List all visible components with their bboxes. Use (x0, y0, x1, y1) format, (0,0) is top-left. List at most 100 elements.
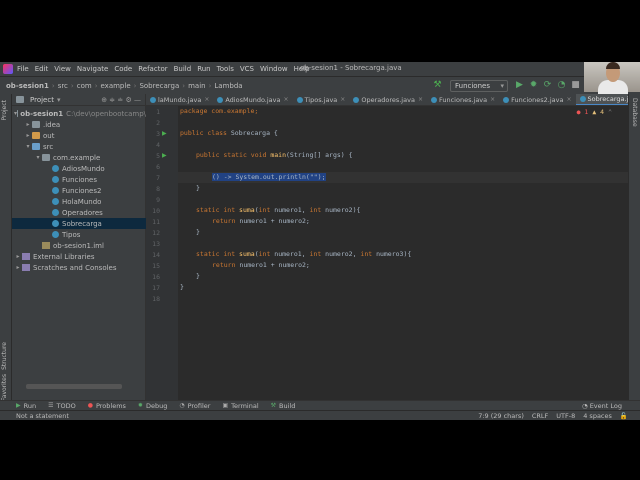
line-number[interactable]: 1 (146, 108, 160, 116)
editor-tab[interactable]: AdiosMundo.java × (213, 94, 292, 105)
line-number[interactable]: 16 (146, 273, 160, 281)
tree-item[interactable]: AdiosMundo (12, 163, 146, 174)
line-number[interactable]: 5 (146, 152, 160, 160)
menu-view[interactable]: View (54, 65, 71, 73)
close-icon[interactable]: × (566, 96, 571, 103)
tree-item[interactable]: Funciones (12, 174, 146, 185)
horizontal-scrollbar[interactable] (26, 384, 122, 389)
tool-window-build[interactable]: ⚒ Build (271, 402, 296, 410)
hammer-icon[interactable]: ⚒ (432, 80, 443, 91)
close-icon[interactable]: × (340, 96, 345, 103)
line-number[interactable]: 10 (146, 207, 160, 215)
tree-item[interactable]: ▾ ob-sesion1 C:\dev\openbootcamp\ (12, 108, 146, 119)
close-icon[interactable]: × (418, 96, 423, 103)
editor-tab[interactable]: Funciones.java × (427, 94, 499, 105)
tree-item[interactable]: ▾ com.example (12, 152, 146, 163)
tree-item[interactable]: ▸ Scratches and Consoles (12, 262, 146, 273)
debug-icon[interactable]: ✹ (528, 80, 539, 91)
tree-item[interactable]: Sobrecarga (12, 218, 146, 229)
editor-tab[interactable]: Sobrecarga.java× (575, 94, 628, 105)
line-number[interactable]: 8 (146, 185, 160, 193)
menu-tools[interactable]: Tools (217, 65, 234, 73)
close-icon[interactable]: × (490, 96, 495, 103)
line-number[interactable]: 7 (146, 174, 160, 182)
line-number[interactable]: 13 (146, 240, 160, 248)
line-number[interactable]: 6 (146, 163, 160, 171)
chevron-right-icon[interactable]: ▸ (24, 132, 32, 139)
profile-icon[interactable]: ◔ (556, 80, 567, 91)
selected-code[interactable]: () -> System.out.println(""); (212, 173, 326, 181)
line-number[interactable]: 11 (146, 218, 160, 226)
structure-tool-button[interactable]: Structure (1, 342, 8, 370)
chevron-right-icon[interactable]: ▸ (24, 121, 32, 128)
chevron-down-icon[interactable]: ▾ (34, 154, 42, 161)
line-number[interactable]: 3 (146, 130, 160, 138)
lock-icon[interactable]: 🔓 (620, 412, 628, 420)
chevron-down-icon[interactable]: ▾ (24, 143, 32, 150)
tool-window-todo[interactable]: ☰ TODO (48, 402, 76, 410)
tree-item[interactable]: ▸ External Libraries (12, 251, 146, 262)
tool-window-terminal[interactable]: ▣ Terminal (222, 402, 258, 410)
editor-tab[interactable]: Operadores.java × (349, 94, 427, 105)
inspection-widget[interactable]: ● 1 ▲ 4 ⌃ (577, 108, 612, 116)
chevron-down-icon[interactable]: ▾ (57, 96, 61, 104)
close-icon[interactable]: × (204, 96, 209, 103)
tool-window-profiler[interactable]: ◔ Profiler (179, 402, 210, 410)
file-encoding[interactable]: UTF-8 (556, 412, 575, 420)
line-number[interactable]: 14 (146, 251, 160, 259)
breadcrumb-example[interactable]: example (101, 82, 131, 90)
menu-build[interactable]: Build (174, 65, 192, 73)
indent-setting[interactable]: 4 spaces (583, 412, 612, 420)
menu-window[interactable]: Window (260, 65, 288, 73)
line-number[interactable]: 9 (146, 196, 160, 204)
tool-window-run[interactable]: ▶ Run (16, 402, 36, 410)
tree-item[interactable]: ▾ src (12, 141, 146, 152)
tree-item[interactable]: Tipos (12, 229, 146, 240)
tree-item[interactable]: ▸ .idea (12, 119, 146, 130)
menu-file[interactable]: File (17, 65, 29, 73)
code-editor[interactable]: ● 1 ▲ 4 ⌃ package com.example; public cl… (178, 106, 628, 400)
line-number[interactable]: 4 (146, 141, 160, 149)
panel-options-icons[interactable]: ⊕ ≑ ≐ ⚙ — (101, 96, 141, 104)
menu-code[interactable]: Code (114, 65, 132, 73)
chevron-up-icon[interactable]: ⌃ (608, 108, 612, 116)
menu-navigate[interactable]: Navigate (77, 65, 108, 73)
close-icon[interactable]: × (284, 96, 289, 103)
run-main-icon[interactable]: ▶ (162, 153, 168, 159)
tree-item[interactable]: Funciones2 (12, 185, 146, 196)
breadcrumb-src[interactable]: src (58, 82, 68, 90)
line-number[interactable]: 12 (146, 229, 160, 237)
breadcrumb-lambda[interactable]: Lambda (214, 82, 242, 90)
favorites-tool-button[interactable]: Favorites (1, 374, 8, 401)
tree-item[interactable]: HolaMundo (12, 196, 146, 207)
tool-window-debug[interactable]: ✹ Debug (138, 402, 167, 410)
caret-position[interactable]: 7:9 (29 chars) (478, 412, 524, 420)
breadcrumb-method[interactable]: main (188, 82, 206, 90)
line-number[interactable]: 15 (146, 262, 160, 270)
tool-window-problems[interactable]: ● Problems (88, 402, 126, 410)
run-class-icon[interactable]: ▶ (162, 131, 168, 137)
line-number[interactable]: 2 (146, 119, 160, 127)
editor-tab[interactable]: laMundo.java × (146, 94, 213, 105)
menu-run[interactable]: Run (197, 65, 210, 73)
run-config-select[interactable]: Funciones ▾ (450, 80, 508, 92)
tree-item[interactable]: Operadores (12, 207, 146, 218)
menu-vcs[interactable]: VCS (240, 65, 254, 73)
editor-tab[interactable]: Tipos.java × (293, 94, 350, 105)
breadcrumb-com[interactable]: com (77, 82, 92, 90)
stop-icon[interactable]: ■ (570, 80, 581, 91)
menu-edit[interactable]: Edit (35, 65, 49, 73)
line-number[interactable]: 17 (146, 284, 160, 292)
chevron-right-icon[interactable]: ▸ (14, 253, 22, 260)
event-log-button[interactable]: ◔ Event Log (582, 402, 622, 410)
tree-item[interactable]: ob-sesion1.iml (12, 240, 146, 251)
coverage-icon[interactable]: ⟳ (542, 80, 553, 91)
breadcrumb-class[interactable]: Sobrecarga (139, 82, 179, 90)
project-tool-button[interactable]: Project (1, 100, 8, 121)
editor-tab[interactable]: Funciones2.java × (499, 94, 575, 105)
breadcrumb-project[interactable]: ob-sesion1 (6, 82, 49, 90)
line-number[interactable]: 18 (146, 295, 160, 303)
run-icon[interactable]: ▶ (514, 80, 525, 91)
tree-item[interactable]: ▸ out (12, 130, 146, 141)
database-tool-button[interactable]: Database (631, 98, 638, 127)
